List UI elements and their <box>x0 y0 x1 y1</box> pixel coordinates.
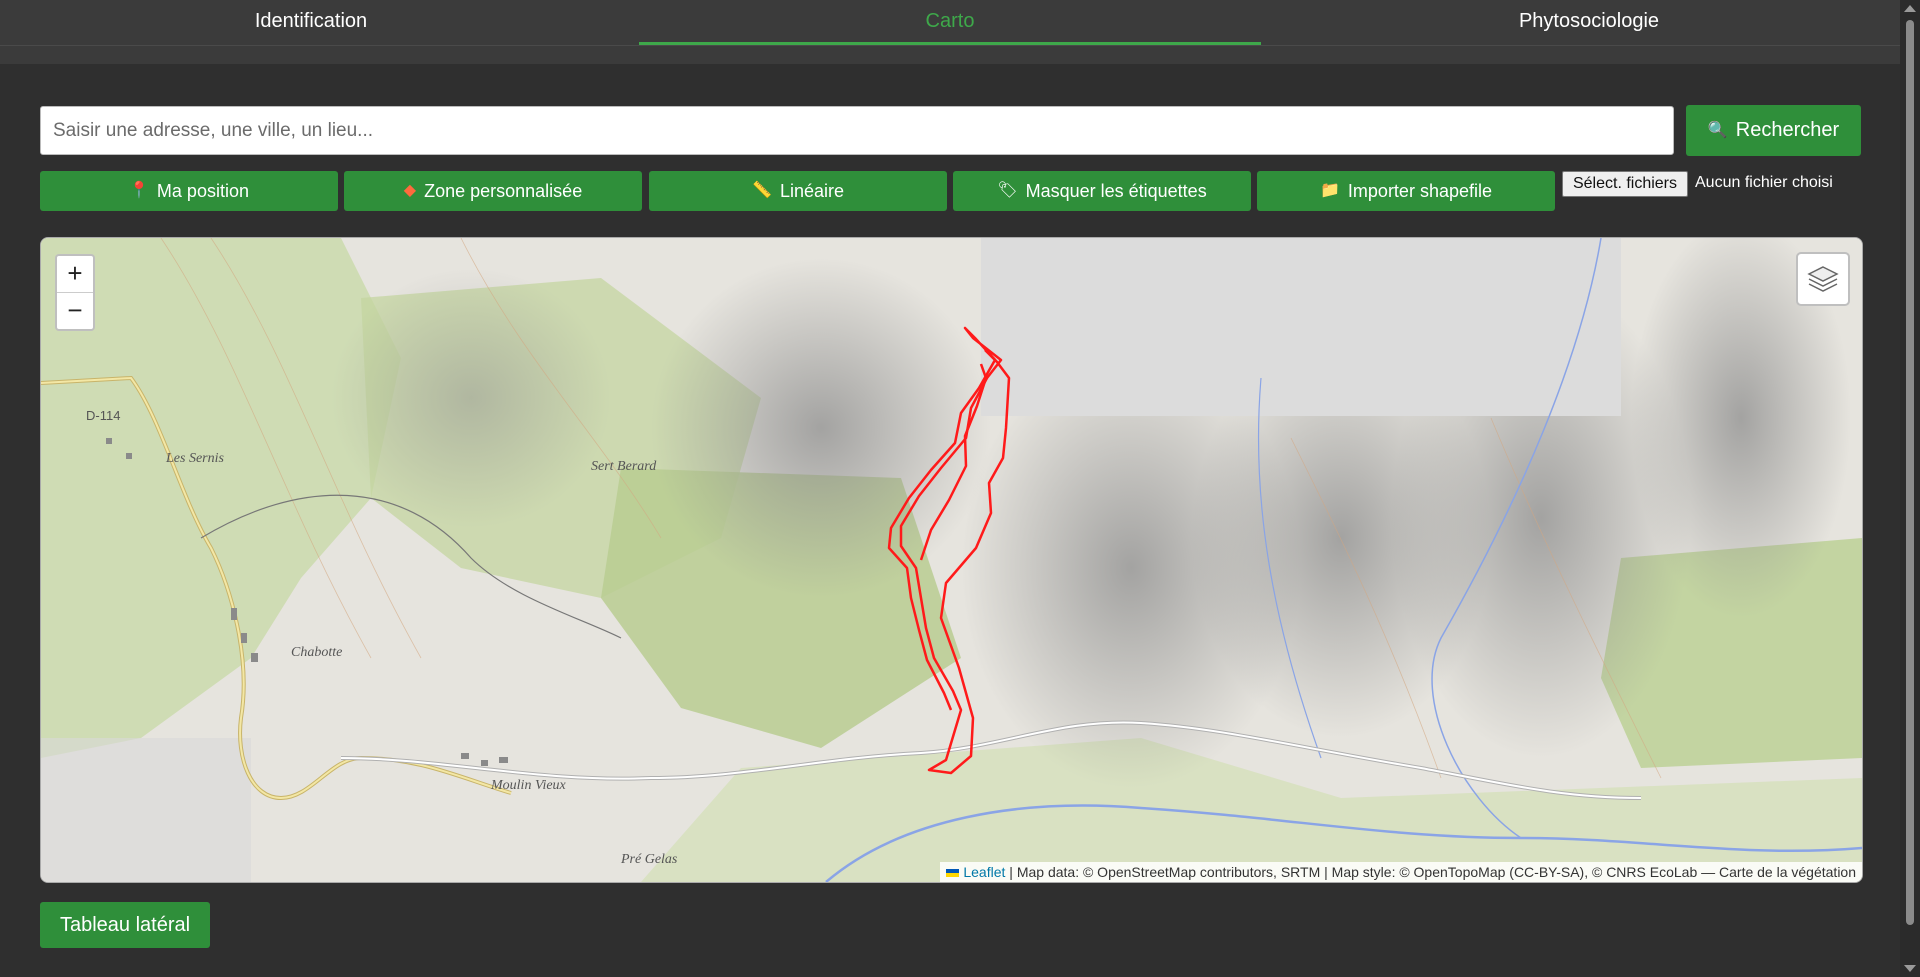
file-status-text: Aucun fichier choisi <box>1695 174 1833 191</box>
search-icon: 🔍 <box>1707 121 1728 139</box>
layers-button[interactable] <box>1796 252 1850 306</box>
map-container[interactable]: Les Sernis Sert Berard Chabotte Moulin V… <box>40 237 1863 883</box>
scroll-up-icon[interactable] <box>1904 5 1916 12</box>
side-panel-button[interactable]: Tableau latéral <box>40 902 210 948</box>
road-label-d114: D-114 <box>86 408 121 423</box>
place-label-pre-gelas: Pré Gelas <box>621 852 678 867</box>
tab-identification[interactable]: Identification <box>0 0 622 45</box>
place-label-les-sernis: Les Sernis <box>166 451 224 466</box>
hide-labels-button[interactable]: 🏷 Masquer les étiquettes <box>953 171 1251 211</box>
tag-icon: 🏷 <box>997 182 1018 199</box>
scrollbar[interactable] <box>1900 0 1920 977</box>
scroll-thumb[interactable] <box>1906 20 1914 925</box>
place-label-moulin-vieux: Moulin Vieux <box>491 778 566 793</box>
tab-bar: Identification Carto Phytosociologie <box>0 0 1900 46</box>
ruler-icon: 📏 <box>752 182 772 199</box>
diamond-icon: ◆ <box>403 182 417 199</box>
pin-icon: 📍 <box>129 182 149 199</box>
import-shapefile-button[interactable]: 📁 Importer shapefile <box>1257 171 1555 211</box>
map-tiles <box>41 238 1862 882</box>
linear-label: Linéaire <box>779 180 844 201</box>
import-shapefile-label: Importer shapefile <box>1347 180 1492 201</box>
layers-icon <box>1807 266 1839 292</box>
search-button[interactable]: 🔍 Rechercher <box>1686 105 1861 156</box>
file-select-button[interactable]: Sélect. fichiers <box>1562 171 1688 197</box>
zoom-in-button[interactable]: + <box>57 256 93 292</box>
my-position-label: Ma position <box>156 180 249 201</box>
ukraine-flag-icon <box>946 869 960 878</box>
tab-phytosociologie[interactable]: Phytosociologie <box>1278 0 1900 45</box>
folder-icon: 📁 <box>1320 182 1340 199</box>
place-label-chabotte: Chabotte <box>291 645 343 660</box>
hide-labels-label: Masquer les étiquettes <box>1025 180 1207 201</box>
place-label-sert-berard: Sert Berard <box>591 459 657 474</box>
zoom-out-button[interactable]: − <box>57 292 93 329</box>
search-input[interactable] <box>40 106 1674 155</box>
map-attribution: Leaflet | Map data: © OpenStreetMap cont… <box>940 862 1862 882</box>
search-button-label: Rechercher <box>1735 119 1840 141</box>
leaflet-link[interactable]: Leaflet <box>963 864 1005 880</box>
tab-subbar <box>0 46 1900 64</box>
scroll-down-icon[interactable] <box>1904 965 1916 972</box>
custom-zone-button[interactable]: ◆ Zone personnalisée <box>344 171 642 211</box>
attribution-text: | Map data: © OpenStreetMap contributors… <box>1009 864 1856 880</box>
my-position-button[interactable]: 📍 Ma position <box>40 171 338 211</box>
zoom-control: + − <box>55 254 95 331</box>
custom-zone-label: Zone personnalisée <box>424 180 583 201</box>
linear-button[interactable]: 📏 Linéaire <box>649 171 947 211</box>
tab-carto[interactable]: Carto <box>639 0 1261 45</box>
